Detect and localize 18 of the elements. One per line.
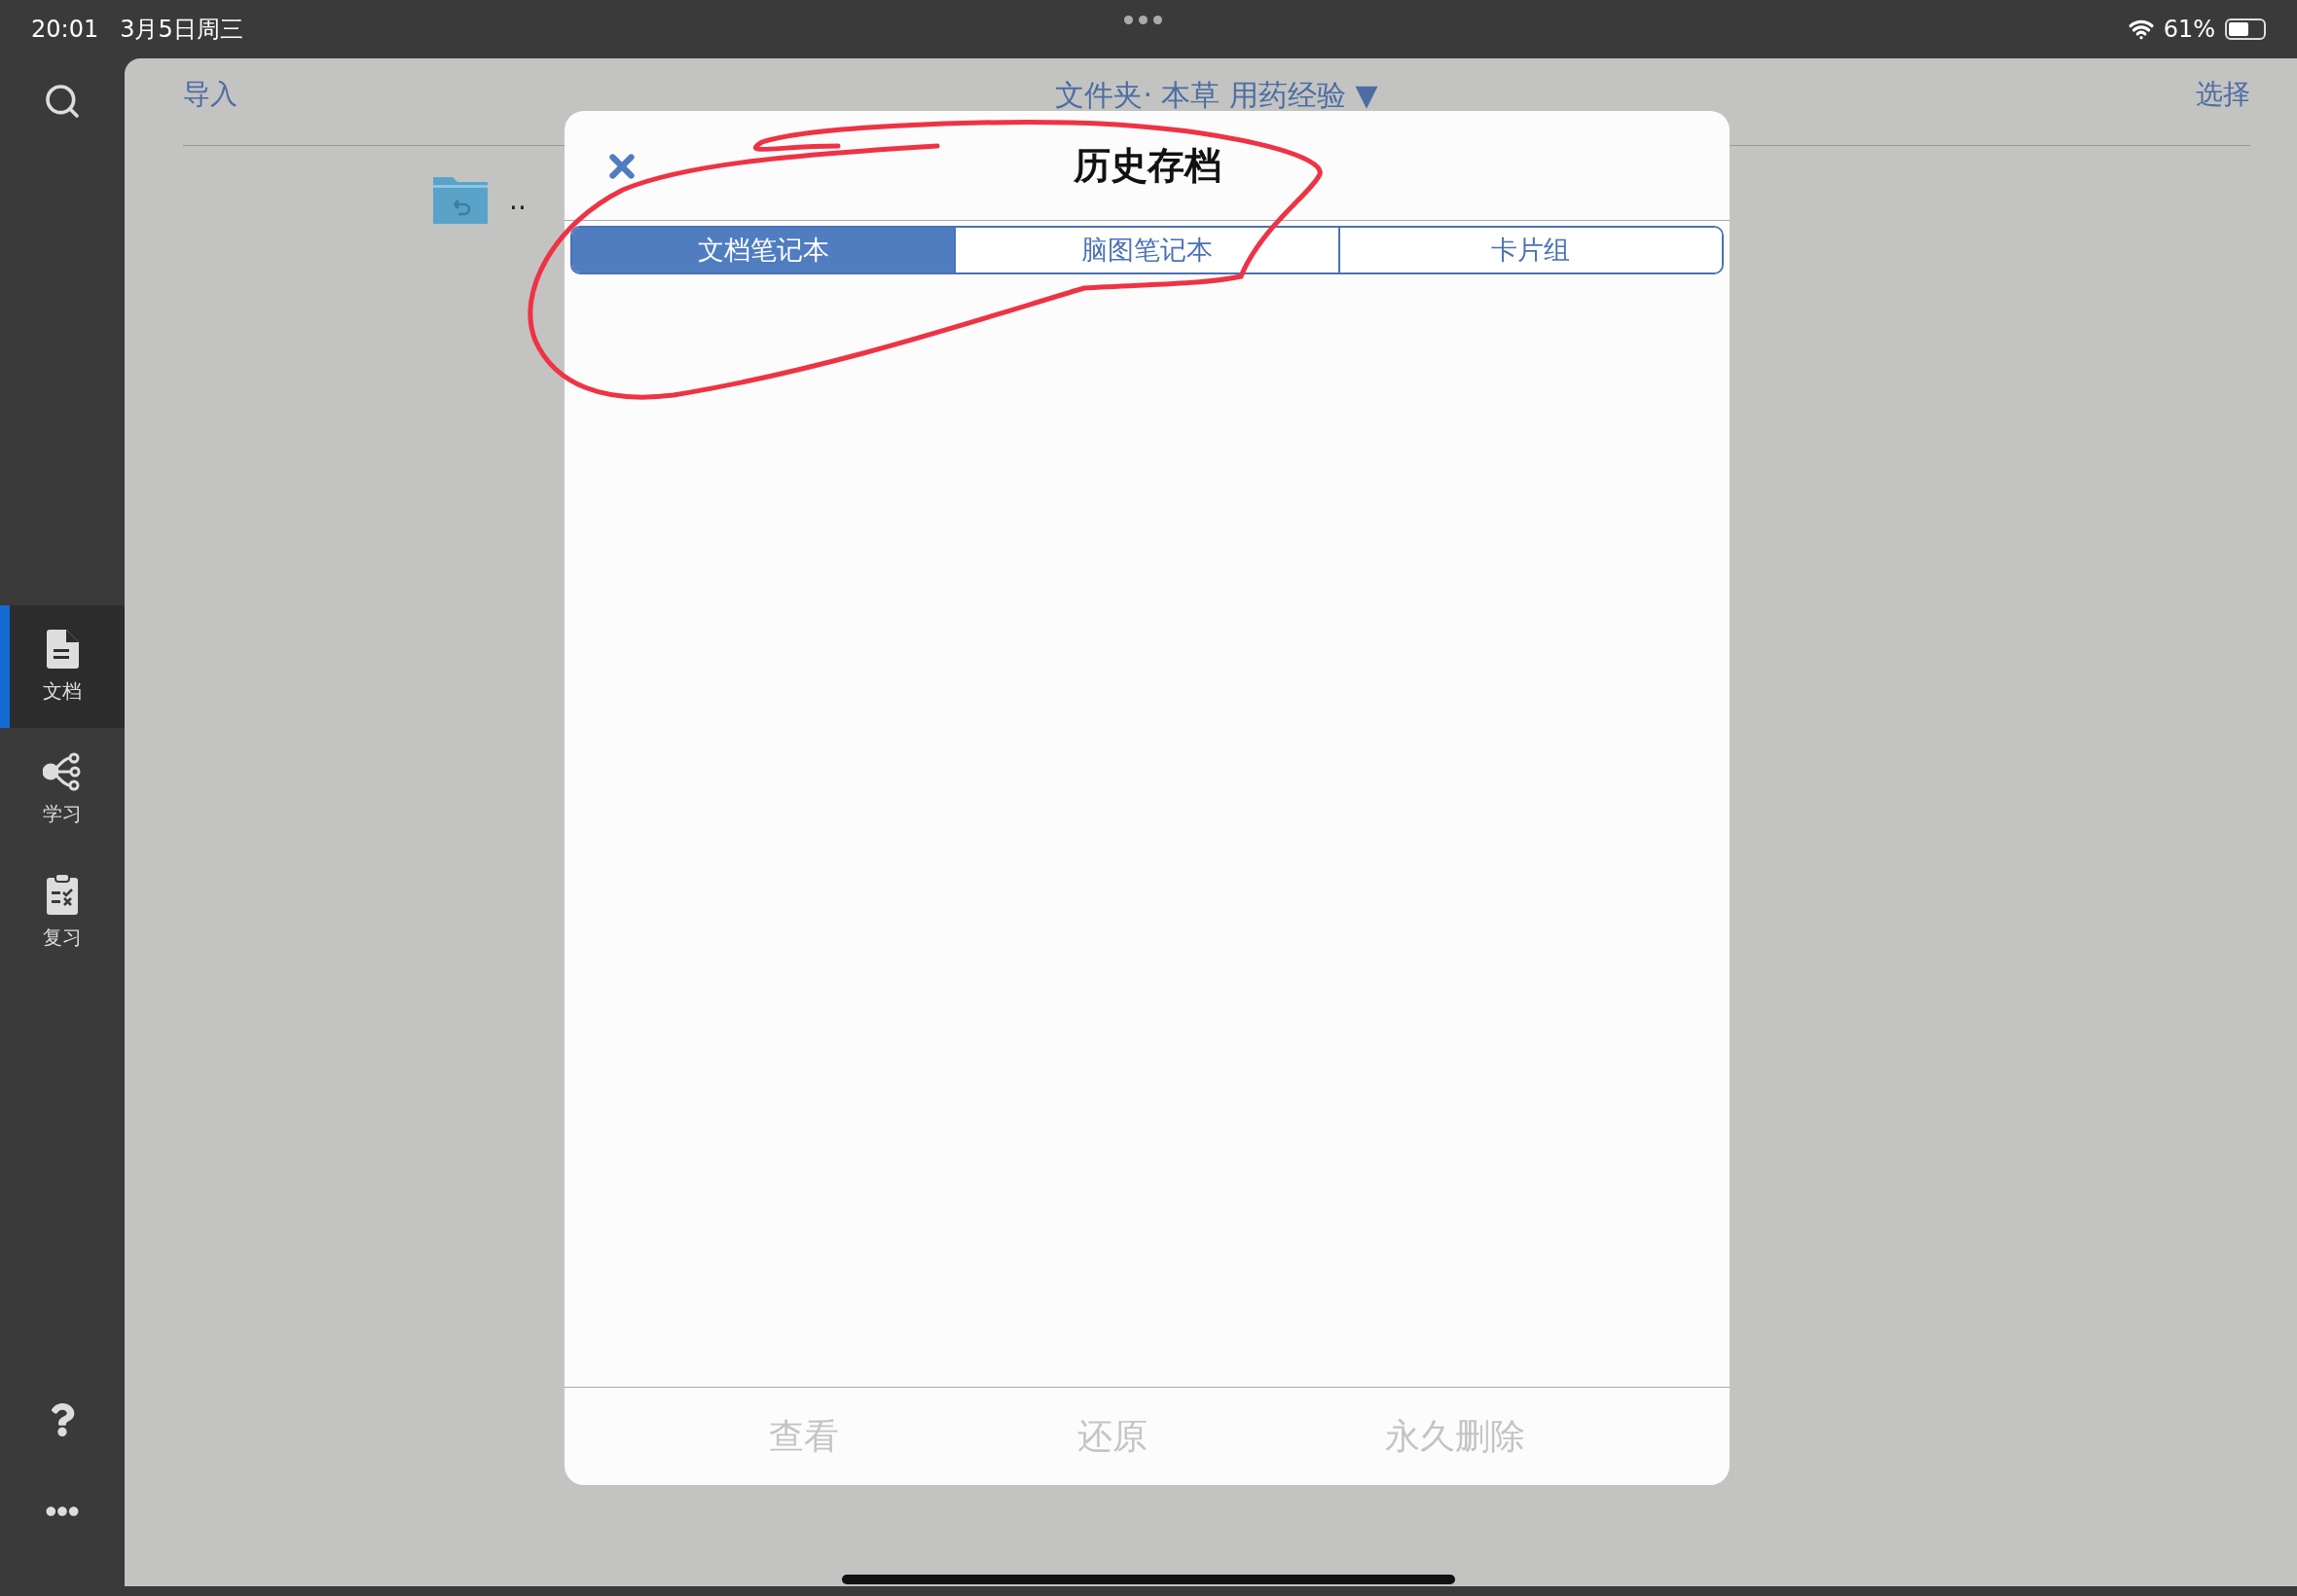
multitasking-icon[interactable] xyxy=(1124,16,1162,24)
import-link[interactable]: 导入 xyxy=(183,76,237,113)
folder-name: .. xyxy=(509,183,527,216)
dialog-title: 历史存档 xyxy=(1073,142,1221,189)
search-icon[interactable] xyxy=(43,82,82,121)
battery-icon xyxy=(2225,18,2266,40)
nodes-icon xyxy=(43,751,82,791)
sidebar-item[interactable]: 学习 xyxy=(0,728,125,851)
status-time: 20:01 xyxy=(31,16,99,43)
sidebar-item[interactable]: 复习 xyxy=(0,851,125,973)
clipboard-icon xyxy=(47,873,78,915)
status-date: 3月5日周三 xyxy=(120,15,243,45)
document-icon xyxy=(46,629,79,669)
sidebar-item[interactable]: 文档 xyxy=(0,605,125,728)
select-link[interactable]: 选择 xyxy=(2196,76,2250,113)
segment-tab[interactable]: 文档笔记本 xyxy=(572,228,955,272)
battery-percent: 61% xyxy=(2163,16,2215,43)
segment-tab[interactable]: 卡片组 xyxy=(1337,228,1722,272)
